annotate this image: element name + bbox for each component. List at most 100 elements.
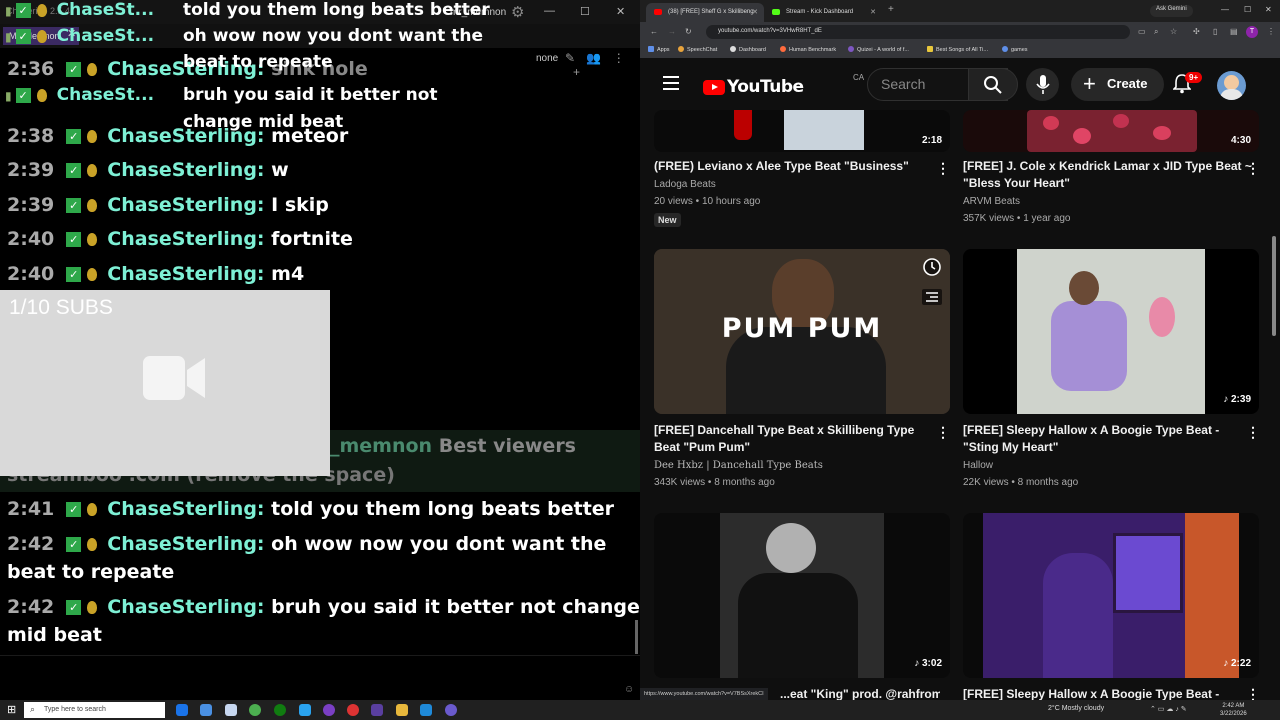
hamburger-menu-icon[interactable] xyxy=(663,76,679,94)
pencil-icon[interactable]: ✎ xyxy=(565,51,575,65)
weather-widget[interactable]: 2°C Mostly cloudy xyxy=(1048,705,1104,712)
channel-name[interactable]: Hallow xyxy=(963,460,993,471)
tab-close-icon[interactable]: ✕ xyxy=(870,8,876,16)
video-thumbnail[interactable]: ♪ 3:02 xyxy=(654,513,950,678)
username[interactable]: ChaseSterling: xyxy=(107,125,264,147)
obs-icon[interactable] xyxy=(323,704,335,716)
bookmark-item[interactable]: Best Songs of All Ti... xyxy=(927,46,988,53)
chrome-icon[interactable] xyxy=(249,704,261,716)
message-text: fortnite xyxy=(271,228,353,250)
search-button[interactable] xyxy=(968,68,1018,101)
more-actions-icon[interactable]: ⋮ xyxy=(936,424,950,441)
username[interactable]: ChaseSterling: xyxy=(107,533,264,555)
create-button[interactable]: + Create xyxy=(1071,68,1164,101)
menu-icon[interactable]: ⋮ xyxy=(1267,27,1275,36)
account-avatar[interactable] xyxy=(1217,71,1246,100)
video-title[interactable]: [FREE] Sleepy Hallow x A Boogie Type Bea… xyxy=(963,686,1253,700)
edge-icon[interactable] xyxy=(176,704,188,716)
users-icon[interactable]: 👥 xyxy=(586,51,601,65)
username[interactable]: ChaseSterling: xyxy=(107,596,264,618)
minimize-icon[interactable]: — xyxy=(1221,5,1229,14)
file-explorer-icon[interactable] xyxy=(396,704,408,716)
system-tray-icons[interactable]: ⌃ ▭ ☁ ♪ ✎ xyxy=(1150,705,1187,713)
chatterino-icon[interactable] xyxy=(371,704,383,716)
video-title[interactable]: [FREE] J. Cole x Kendrick Lamar x JID Ty… xyxy=(963,158,1253,192)
video-title[interactable]: ...eat "King" prod. @rahfromny xyxy=(780,686,940,700)
bookmark-star-icon[interactable]: ☆ xyxy=(1170,27,1177,36)
extensions-icon[interactable]: ✣ xyxy=(1193,27,1200,36)
sidepanel-icon[interactable]: ▯ xyxy=(1213,27,1217,36)
video-thumbnail[interactable]: 2:18 xyxy=(654,110,950,152)
chat-line: 2:38 ✓ ChaseSterling: meteor xyxy=(7,125,348,147)
settings-gear-icon[interactable]: ⚙ xyxy=(511,3,524,21)
channel-name[interactable]: ARVM Beats xyxy=(963,196,1020,207)
video-thumbnail[interactable]: ♪ 2:22 xyxy=(963,513,1259,678)
video-thumbnail[interactable]: ♪ 2:39 xyxy=(963,249,1259,414)
browser-tab-kick[interactable]: Stream - Kick Dashboard ✕ xyxy=(764,3,882,22)
new-tab-icon[interactable]: + xyxy=(888,4,894,15)
add-split-icon[interactable]: + xyxy=(573,65,580,79)
username[interactable]: ChaseSterling: xyxy=(107,194,264,216)
windows-start-icon[interactable]: ⊞ xyxy=(7,703,16,716)
minimize-icon[interactable]: — xyxy=(544,5,555,17)
chat-input[interactable] xyxy=(0,655,640,700)
new-badge: New xyxy=(654,213,681,227)
app-icon[interactable] xyxy=(445,704,457,716)
app-icon[interactable] xyxy=(225,704,237,716)
zoom-icon[interactable]: ⌕ xyxy=(1154,27,1158,37)
bookmark-item[interactable]: games xyxy=(1002,46,1028,53)
maximize-icon[interactable]: ☐ xyxy=(1244,5,1251,14)
close-icon[interactable]: ✕ xyxy=(616,5,625,18)
address-bar[interactable]: youtube.com/watch?v=3VHwR8HT_dE xyxy=(706,25,1130,39)
youtube-logo[interactable]: YouTube CA xyxy=(703,73,864,97)
add-to-queue-icon[interactable] xyxy=(922,289,942,305)
watch-later-icon[interactable] xyxy=(922,257,942,277)
forward-icon[interactable]: → xyxy=(668,27,676,36)
video-title[interactable]: (FREE) Leviano x Alee Type Beat "Busines… xyxy=(654,158,934,175)
video-thumbnail[interactable]: 4:30 xyxy=(963,110,1259,152)
chat-scrollbar[interactable] xyxy=(635,620,638,654)
bookmark-item[interactable]: Quizei - A world of f... xyxy=(848,46,909,53)
ask-gemini-button[interactable]: Ask Gemini xyxy=(1150,5,1193,17)
more-actions-icon[interactable]: ⋮ xyxy=(1246,686,1260,700)
tab-close-icon[interactable]: ✕ xyxy=(752,8,758,16)
app-icon[interactable] xyxy=(200,704,212,716)
message-text: told you them long beats better xyxy=(271,498,615,520)
channel-name[interactable]: Dee Hxbz | Dancehall Type Beats xyxy=(654,460,823,471)
bookmark-item[interactable]: SpeechChat xyxy=(678,46,717,53)
app-icon[interactable] xyxy=(420,704,432,716)
bookmark-item[interactable]: Human Benchmark xyxy=(780,46,836,53)
profile-avatar[interactable]: T xyxy=(1246,26,1258,38)
username[interactable]: ChaseSterling: xyxy=(107,263,264,285)
close-icon[interactable]: ✕ xyxy=(1265,5,1272,14)
app-icon[interactable] xyxy=(347,704,359,716)
maximize-icon[interactable]: ☐ xyxy=(580,5,590,18)
username[interactable]: ChaseSterling: xyxy=(107,159,264,181)
video-title[interactable]: [FREE] Sleepy Hallow x A Boogie Type Bea… xyxy=(963,422,1243,456)
video-thumbnail[interactable]: PUM PUM xyxy=(654,249,950,414)
bookmark-item[interactable]: Dashboard xyxy=(730,46,766,53)
video-title[interactable]: [FREE] Dancehall Type Beat x Skillibeng … xyxy=(654,422,934,456)
taskbar-search-input[interactable]: ⌕ Type here to search xyxy=(24,702,165,718)
app-icon[interactable] xyxy=(299,704,311,716)
more-actions-icon[interactable]: ⋮ xyxy=(1246,424,1260,441)
reload-icon[interactable]: ↻ xyxy=(685,27,692,36)
username[interactable]: ChaseSterling: xyxy=(107,498,264,520)
more-icon[interactable]: ⋮ xyxy=(613,51,625,65)
more-actions-icon[interactable]: ⋮ xyxy=(1246,160,1260,177)
taskbar-clock[interactable]: 2:42 AM 3/22/2026 xyxy=(1220,702,1247,718)
username[interactable]: ChaseSterling: xyxy=(107,228,264,250)
split-icon[interactable]: ▤ xyxy=(1230,27,1238,36)
channel-name[interactable]: Ladoga Beats xyxy=(654,179,716,190)
voice-search-button[interactable] xyxy=(1026,68,1059,101)
more-actions-icon[interactable]: ⋮ xyxy=(936,160,950,177)
browser-tab-youtube[interactable]: (38) [FREE] Sheff G x Skillibeng ✕ xyxy=(646,3,764,22)
timestamp: 2:38 xyxy=(7,125,55,147)
xbox-icon[interactable] xyxy=(274,704,286,716)
back-icon[interactable]: ← xyxy=(650,27,658,36)
bookmark-item[interactable]: Apps xyxy=(648,46,670,53)
highlight-line: _memnon Best viewers xyxy=(330,435,576,457)
page-scrollbar[interactable] xyxy=(1272,236,1276,336)
emote-icon[interactable]: ☺ xyxy=(624,684,634,695)
cast-icon[interactable]: ▭ xyxy=(1138,27,1146,36)
